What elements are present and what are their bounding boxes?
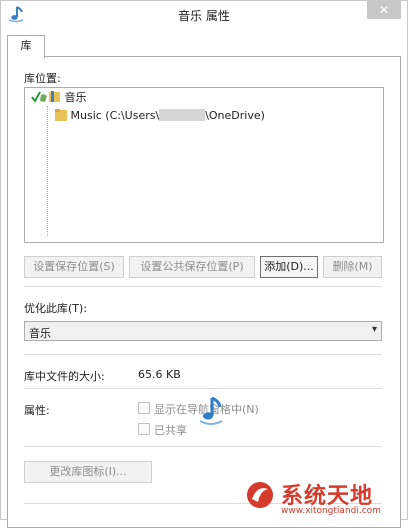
redacted-username [159, 109, 206, 121]
separator [24, 388, 382, 389]
size-value: 65.6 KB [138, 368, 181, 381]
folder-icon [55, 109, 67, 121]
tree-connector [47, 106, 48, 236]
tab-strip: 库 [1, 27, 407, 58]
separator [24, 286, 382, 287]
chevron-down-icon: ▾ [371, 324, 377, 335]
list-item-music[interactable]: 音乐 [31, 90, 87, 106]
library-locations-label: 库位置: [24, 72, 61, 85]
attributes-label: 属性: [24, 404, 50, 417]
optimize-select[interactable]: 音乐 ▾ [24, 321, 382, 341]
optimize-selected-value: 音乐 [29, 327, 51, 340]
checkbox-box [138, 402, 150, 414]
window-title: 音乐 属性 [178, 9, 230, 23]
list-item-path-prefix: Music (C:\Users\ [70, 109, 160, 122]
library-tab-panel: 库位置: 音乐 Music (C:\Users\ \OneDrive) 设置保存… [7, 56, 401, 528]
set-public-save-location-button[interactable]: 设置公共保存位置(P) [129, 256, 255, 278]
shared-checkbox[interactable]: 已共享 [138, 423, 187, 437]
check-folder-icon [31, 91, 60, 103]
set-save-location-button[interactable]: 设置保存位置(S) [24, 256, 124, 278]
list-item-label: 音乐 [64, 91, 87, 104]
separator [24, 446, 382, 447]
optimize-label: 优化此库(T): [24, 302, 88, 315]
music-note-icon [199, 396, 223, 425]
checkbox-box [138, 423, 150, 435]
list-item-path-suffix: \OneDrive) [205, 109, 265, 122]
watermark-url: www.xitongtiandi.com [281, 506, 381, 516]
title-bar: 音乐 属性 ✕ [1, 1, 407, 27]
watermark: 系统天地 www.xitongtiandi.com [241, 476, 408, 521]
separator [24, 354, 382, 355]
properties-window: 音乐 属性 ✕ 库 库位置: 音乐 Music (C:\Users\ \OneD… [0, 0, 408, 528]
close-icon: ✕ [378, 3, 390, 17]
add-button[interactable]: 添加(D)... [260, 256, 318, 278]
remove-button[interactable]: 删除(M) [323, 256, 382, 278]
shared-label: 已共享 [154, 424, 187, 437]
library-locations-list[interactable]: 音乐 Music (C:\Users\ \OneDrive) [24, 87, 384, 243]
tab-library[interactable]: 库 [7, 35, 45, 58]
size-label: 库中文件的大小: [24, 370, 105, 383]
change-library-icon-button[interactable]: 更改库图标(I)... [24, 461, 152, 483]
watermark-logo-icon [247, 482, 273, 508]
list-item-onedrive-music[interactable]: Music (C:\Users\ \OneDrive) [55, 108, 265, 124]
close-button[interactable]: ✕ [367, 1, 401, 19]
